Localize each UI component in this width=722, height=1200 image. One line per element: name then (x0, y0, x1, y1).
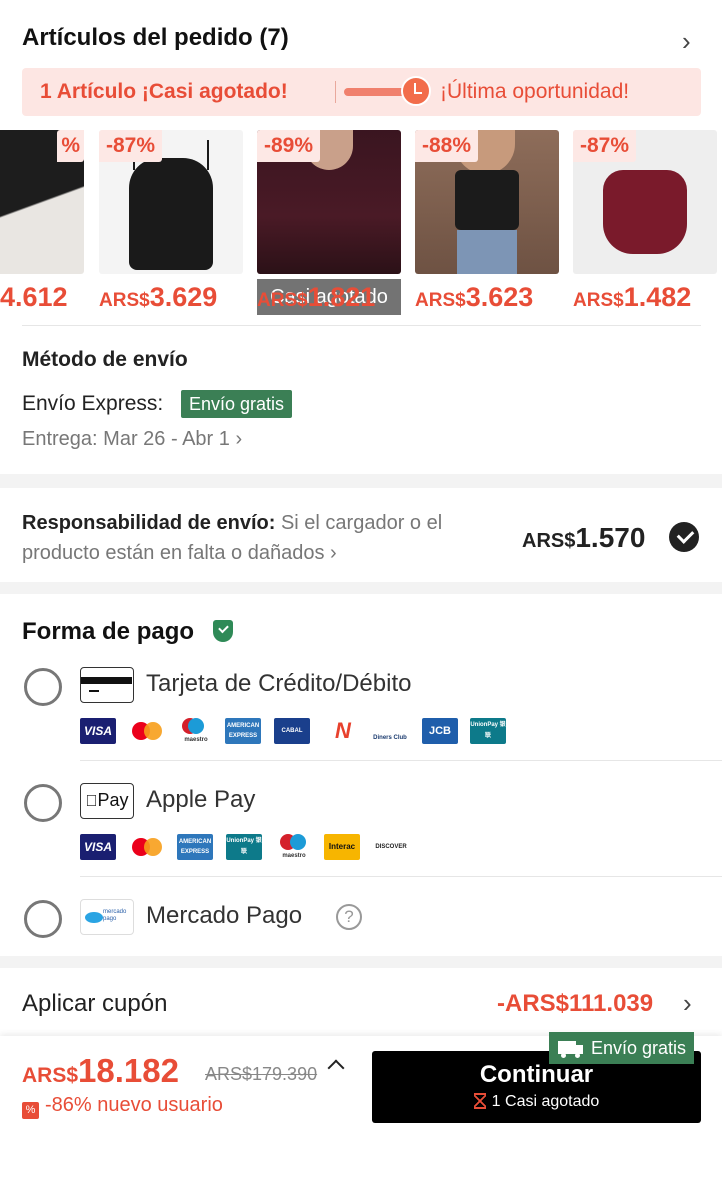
hourglass-icon (473, 1093, 486, 1109)
order-items-title[interactable]: Artículos del pedido (7) (22, 24, 289, 52)
section-gap (0, 582, 722, 594)
new-user-discount: % -86% nuevo usuario (22, 1094, 223, 1119)
payment-option-apple-pay[interactable]: Pay Apple Pay VISA AMERICAN EXPRESS Uni… (0, 780, 722, 880)
delivery-estimate[interactable]: Entrega: Mar 26 - Abr 1 › (22, 428, 242, 451)
diners-club-logo: Diners Club (372, 718, 408, 744)
section-gap (0, 956, 722, 968)
naranja-logo: N (325, 718, 361, 744)
visa-logo: VISA (80, 834, 116, 860)
original-total: ARS$179.390 (205, 1064, 318, 1084)
alarm-clock-icon (401, 76, 431, 106)
discount-badge: -87% (573, 130, 637, 162)
discount-badge: -88% (415, 130, 479, 162)
mercado-pago-icon: mercado pago (80, 899, 134, 935)
radio-button[interactable] (24, 668, 62, 706)
radio-button[interactable] (24, 900, 62, 938)
free-shipping-badge: Envío gratis (181, 390, 293, 418)
product-price: ARS$1.821 (257, 282, 376, 312)
chevron-right-icon: › (330, 542, 337, 564)
mastercard-logo (130, 718, 166, 744)
order-items-section: Artículos del pedido (7) › 1 Artículo ¡C… (0, 0, 722, 470)
payment-option-card[interactable]: Tarjeta de Crédito/Débito VISA maestro A… (0, 664, 722, 764)
amex-logo: AMERICAN EXPRESS (177, 834, 213, 860)
payment-option-label: Apple Pay (146, 786, 256, 813)
chevron-up-icon[interactable] (327, 1059, 345, 1077)
shipping-responsibility-price: ARS$1.570 (522, 522, 646, 553)
continue-button-sublabel: 1 Casi agotado (372, 1093, 701, 1111)
chevron-right-icon[interactable]: › (682, 26, 691, 57)
amex-logo: AMERICAN EXPRESS (225, 718, 261, 744)
checked-circle-icon[interactable] (669, 522, 699, 552)
unionpay-logo: UnionPay 银联 (226, 834, 262, 860)
maestro-circle (290, 834, 306, 850)
shipping-method-title: Método de envío (22, 348, 188, 371)
interac-logo: Interac (324, 834, 360, 860)
credit-card-icon (80, 667, 134, 703)
chevron-right-icon: › (235, 428, 243, 450)
shield-check-icon (213, 620, 233, 642)
apple-pay-icon: Pay (80, 783, 134, 819)
product-card[interactable]: -87% ARS$1.482 (573, 130, 717, 315)
apple-pay-logos: VISA AMERICAN EXPRESS UnionPay 银联 maestr… (80, 834, 420, 860)
product-price: ARS$3.629 (99, 282, 218, 312)
discount-badge: % (57, 130, 84, 162)
product-card[interactable]: -89% Casi agotado ARS$1.821 (257, 130, 401, 315)
low-stock-text: 1 Artículo ¡Casi agotado! (40, 80, 288, 103)
apply-coupon-label: Aplicar cupón (22, 990, 168, 1017)
product-card[interactable]: % 4.612 (0, 130, 84, 315)
payment-option-label: Tarjeta de Crédito/Débito (146, 670, 412, 697)
product-card[interactable]: -88% ARS$3.623 (415, 130, 559, 315)
payment-section: Forma de pago Tarjeta de Crédito/Débito … (0, 594, 722, 956)
radio-button[interactable] (24, 784, 62, 822)
card-logos: VISA maestro AMERICAN EXPRESS CABAL N Di… (80, 718, 520, 744)
product-carousel[interactable]: % 4.612 -87% ARS$3.629 -89% Casi agotado… (0, 130, 722, 320)
payment-title: Forma de pago (22, 618, 195, 645)
low-stock-banner: 1 Artículo ¡Casi agotado! ¡Última oportu… (22, 68, 701, 116)
checkout-footer: ARS$18.182 ARS$179.390 % -86% nuevo usuar… (0, 1032, 722, 1200)
shipping-responsibility-section[interactable]: Responsabilidad de envío: Si el cargador… (0, 488, 722, 582)
shipping-method-label: Envío Express: (22, 392, 164, 415)
banner-divider (335, 81, 336, 103)
last-chance-text: ¡Última oportunidad! (440, 80, 630, 103)
chevron-right-icon: › (683, 988, 692, 1018)
discount-badge: -87% (99, 130, 163, 162)
visa-logo: VISA (80, 718, 116, 744)
shipping-responsibility-text[interactable]: Responsabilidad de envío: Si el cargador… (22, 508, 502, 568)
free-shipping-tag: Envío gratis (549, 1032, 695, 1064)
product-card[interactable]: -87% ARS$3.629 (99, 130, 243, 315)
cabal-logo: CABAL (274, 718, 310, 744)
product-price: ARS$1.482 (573, 282, 692, 312)
mastercard-logo (130, 834, 166, 860)
payment-option-label: Mercado Pago (146, 902, 303, 929)
divider (80, 760, 722, 761)
jcb-logo: JCB (422, 718, 458, 744)
order-total: ARS$18.182 (22, 1052, 179, 1089)
coupon-discount-value: -ARS$111.039 (497, 990, 654, 1017)
maestro-circle (188, 718, 204, 734)
continue-button-label: Continuar (479, 1061, 594, 1088)
discount-badge: -89% (257, 130, 321, 162)
product-price: 4.612 (0, 282, 68, 312)
section-gap (0, 474, 722, 488)
divider (80, 876, 722, 877)
product-price: ARS$3.623 (415, 282, 534, 312)
divider (22, 325, 701, 326)
discover-logo: DISCOVER (373, 834, 409, 860)
truck-icon (558, 1041, 583, 1058)
unionpay-logo: UnionPay 银联 (470, 718, 506, 744)
help-icon[interactable]: ? (336, 904, 362, 930)
discount-tag-icon: % (22, 1102, 39, 1119)
payment-option-mercado-pago[interactable]: mercado pago Mercado Pago ? (0, 896, 722, 946)
coupon-row[interactable]: Aplicar cupón -ARS$111.039 › (0, 968, 722, 1038)
shipping-responsibility-label: Responsabilidad de envío: (22, 512, 276, 534)
